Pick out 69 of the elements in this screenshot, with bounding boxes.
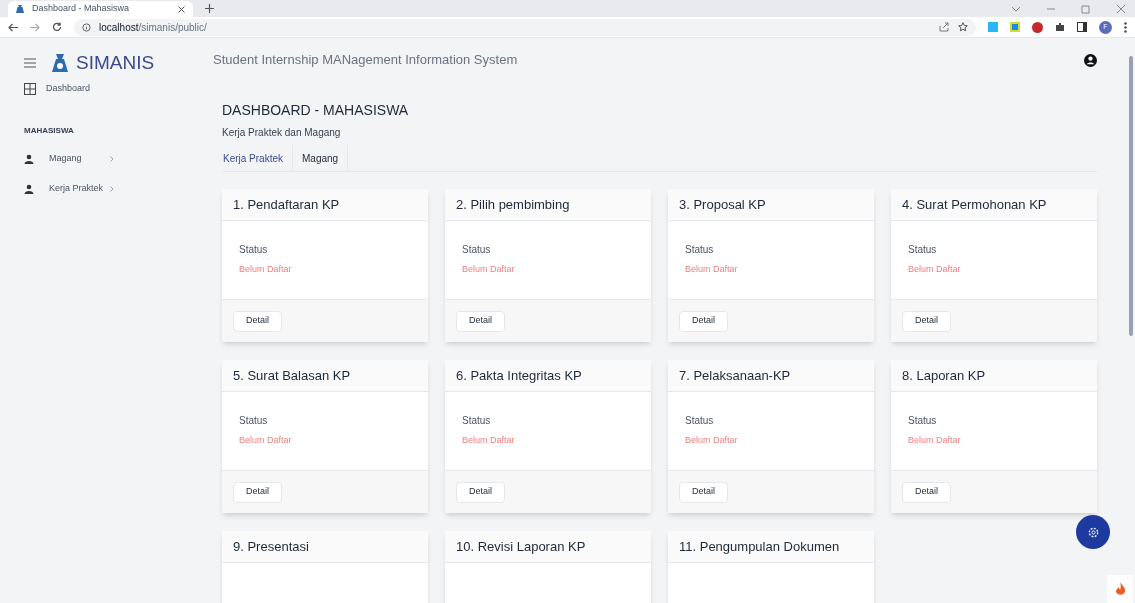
status-value: Belum Daftar bbox=[685, 434, 739, 447]
status-label: Status bbox=[239, 243, 269, 257]
more-icon[interactable] bbox=[1124, 21, 1127, 33]
status-label: Status bbox=[908, 414, 938, 428]
detail-button[interactable]: Detail bbox=[233, 310, 282, 332]
detail-button[interactable]: Detail bbox=[679, 481, 728, 503]
star-icon[interactable] bbox=[958, 22, 968, 32]
card-title: 5. Surat Balasan KP bbox=[222, 360, 428, 392]
status-label: Status bbox=[462, 243, 492, 257]
page-subtitle: Kerja Praktek dan Magang bbox=[222, 126, 342, 140]
card-title: 7. Pelaksanaan-KP bbox=[668, 360, 874, 392]
info-icon bbox=[82, 22, 91, 32]
status-label: Status bbox=[685, 243, 715, 257]
share-icon[interactable] bbox=[939, 22, 950, 32]
browser-tab[interactable]: Dashboard - Mahasiswa bbox=[8, 1, 193, 17]
status-value: Belum Daftar bbox=[239, 434, 293, 447]
card-title: 9. Presentasi bbox=[222, 531, 428, 563]
extension-icon[interactable] bbox=[1032, 21, 1043, 33]
status-value: Belum Daftar bbox=[908, 434, 962, 447]
status-label: Status bbox=[239, 414, 269, 428]
side-panel-icon[interactable] bbox=[1077, 22, 1087, 32]
card-title: 11. Pengumpulan Dokumen bbox=[668, 531, 874, 563]
flame-icon[interactable] bbox=[1114, 582, 1126, 596]
settings-icon bbox=[1086, 525, 1100, 539]
detail-button[interactable]: Detail bbox=[233, 481, 282, 503]
sidebar-link[interactable]: Dashboard bbox=[46, 82, 91, 96]
scrollbar[interactable] bbox=[1129, 56, 1133, 336]
card-title: 6. Pakta Integritas KP bbox=[445, 360, 651, 392]
detail-button[interactable]: Detail bbox=[679, 310, 728, 332]
tab[interactable]: Magang bbox=[293, 145, 349, 171]
settings-button[interactable] bbox=[1076, 515, 1110, 549]
status-label: Status bbox=[462, 414, 492, 428]
status-value: Belum Daftar bbox=[462, 434, 516, 447]
sidebar-heading: MAHASISWA bbox=[24, 125, 74, 137]
card-title: 1. Pendaftaran KP bbox=[222, 189, 428, 221]
tab[interactable]: Kerja Praktek bbox=[222, 145, 294, 171]
status-value: Belum Daftar bbox=[685, 263, 739, 276]
detail-button[interactable]: Detail bbox=[902, 481, 951, 503]
person-icon bbox=[24, 154, 34, 164]
status-value: Belum Daftar bbox=[462, 263, 516, 276]
status-value: Belum Daftar bbox=[908, 263, 962, 276]
back-icon[interactable] bbox=[8, 22, 18, 32]
grid-icon bbox=[24, 83, 36, 95]
card-title: 2. Pilih pembimbing bbox=[445, 189, 651, 221]
person-icon bbox=[24, 184, 34, 194]
app-logo: SIMANIS bbox=[76, 50, 155, 75]
address-bar[interactable]: localhost/simanis/public/ bbox=[74, 18, 976, 36]
bag-icon bbox=[16, 4, 24, 14]
tab-title: Dashboard - Mahasiswa bbox=[32, 2, 131, 16]
sidebar-item[interactable]: Magang bbox=[49, 152, 109, 166]
user-icon[interactable] bbox=[1084, 53, 1097, 67]
card-title: 4. Surat Permohonan KP bbox=[891, 189, 1097, 221]
page-title: DASHBOARD - MAHASISWA bbox=[222, 101, 410, 120]
card-title: 8. Laporan KP bbox=[891, 360, 1097, 392]
new-tab-icon[interactable] bbox=[205, 4, 214, 13]
detail-button[interactable]: Detail bbox=[456, 481, 505, 503]
card-title: 3. Proposal KP bbox=[668, 189, 874, 221]
status-label: Status bbox=[908, 243, 938, 257]
detail-button[interactable]: Detail bbox=[456, 310, 505, 332]
bag-logo-icon bbox=[52, 53, 68, 73]
status-value: Belum Daftar bbox=[239, 263, 293, 276]
sidebar-item[interactable]: Kerja Praktek bbox=[49, 182, 109, 196]
status-label: Status bbox=[685, 414, 715, 428]
reload-icon[interactable] bbox=[52, 22, 62, 32]
detail-button[interactable]: Detail bbox=[902, 310, 951, 332]
close-icon[interactable] bbox=[178, 5, 185, 13]
app-tagline: Student Internship MANagement Information System bbox=[213, 51, 519, 70]
url-text: localhost/simanis/public/ bbox=[99, 20, 207, 35]
card-title: 10. Revisi Laporan KP bbox=[445, 531, 651, 563]
